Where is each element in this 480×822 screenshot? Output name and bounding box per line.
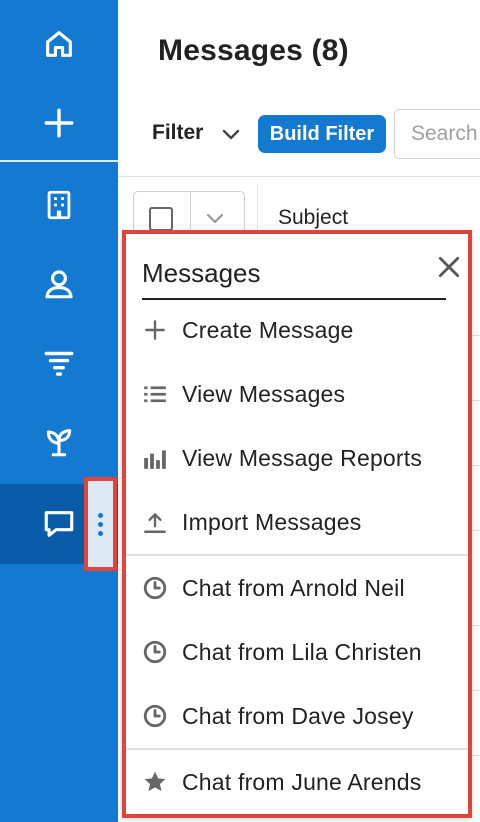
menu-divider	[126, 554, 468, 556]
menu-item-import-messages[interactable]: Import Messages	[126, 492, 468, 552]
chevron-down-icon[interactable]	[220, 125, 242, 143]
clock-icon	[142, 703, 168, 729]
menu-item-create-message[interactable]: Create Message	[126, 300, 468, 360]
close-icon[interactable]	[436, 254, 462, 280]
plus-icon	[44, 108, 74, 138]
menu-item-label: Import Messages	[182, 508, 362, 535]
user-icon	[45, 270, 73, 299]
column-header-subject[interactable]: Subject	[278, 206, 348, 230]
menu-item-recent-chat[interactable]: Chat from Arnold Neil	[126, 558, 468, 618]
menu-item-label: Chat from June Arends	[182, 768, 422, 795]
menu-item-label: View Message Reports	[182, 444, 423, 471]
menu-item-label: View Messages	[182, 380, 346, 407]
column-divider	[257, 184, 258, 234]
menu-item-view-messages[interactable]: View Messages	[126, 364, 468, 424]
menu-divider	[126, 748, 468, 750]
sidebar-item-contacts[interactable]	[0, 245, 118, 323]
search-input[interactable]: Search	[394, 109, 480, 159]
sidebar-item-create[interactable]	[0, 84, 118, 162]
menu-item-favorite-chat[interactable]: Chat from June Arends	[126, 752, 468, 812]
star-icon	[142, 769, 168, 795]
upload-icon	[142, 509, 168, 535]
menu-title: Messages	[142, 258, 261, 288]
header-divider	[118, 176, 480, 177]
chat-icon	[44, 511, 74, 537]
sidebar-item-home[interactable]	[0, 5, 118, 83]
messages-action-menu: Messages Create Message View Messages Vi…	[122, 230, 472, 818]
menu-item-recent-chat[interactable]: Chat from Lila Christen	[126, 622, 468, 682]
list-icon	[142, 381, 168, 407]
sidebar-divider	[0, 160, 118, 162]
menu-item-label: Chat from Arnold Neil	[182, 574, 405, 601]
building-icon	[47, 190, 71, 220]
menu-item-label: Create Message	[182, 316, 354, 343]
kebab-dot	[98, 530, 103, 536]
menu-item-recent-chat[interactable]: Chat from Dave Josey	[126, 686, 468, 746]
home-icon	[46, 31, 72, 57]
select-all-checkbox[interactable]	[149, 207, 173, 231]
sprout-icon	[46, 429, 72, 457]
bar-chart-icon	[142, 445, 168, 471]
filter-dropdown-label[interactable]: Filter	[152, 121, 203, 145]
clock-icon	[142, 639, 168, 665]
plus-icon	[142, 317, 168, 343]
messages-menu-toggle[interactable]	[84, 477, 117, 571]
sidebar-item-opportunities[interactable]	[0, 403, 118, 481]
menu-item-label: Chat from Lila Christen	[182, 638, 422, 665]
kebab-dot	[98, 512, 103, 518]
clock-icon	[142, 575, 168, 601]
funnel-icon	[44, 351, 74, 376]
page-title: Messages (8)	[158, 34, 349, 67]
chevron-down-icon[interactable]	[204, 209, 226, 227]
sidebar	[0, 0, 118, 822]
sidebar-item-filters[interactable]	[0, 323, 118, 401]
sidebar-item-accounts[interactable]	[0, 166, 118, 244]
build-filter-button[interactable]: Build Filter	[258, 115, 386, 153]
menu-item-label: Chat from Dave Josey	[182, 702, 414, 729]
menu-item-view-message-reports[interactable]: View Message Reports	[126, 428, 468, 488]
kebab-dot	[98, 521, 103, 527]
